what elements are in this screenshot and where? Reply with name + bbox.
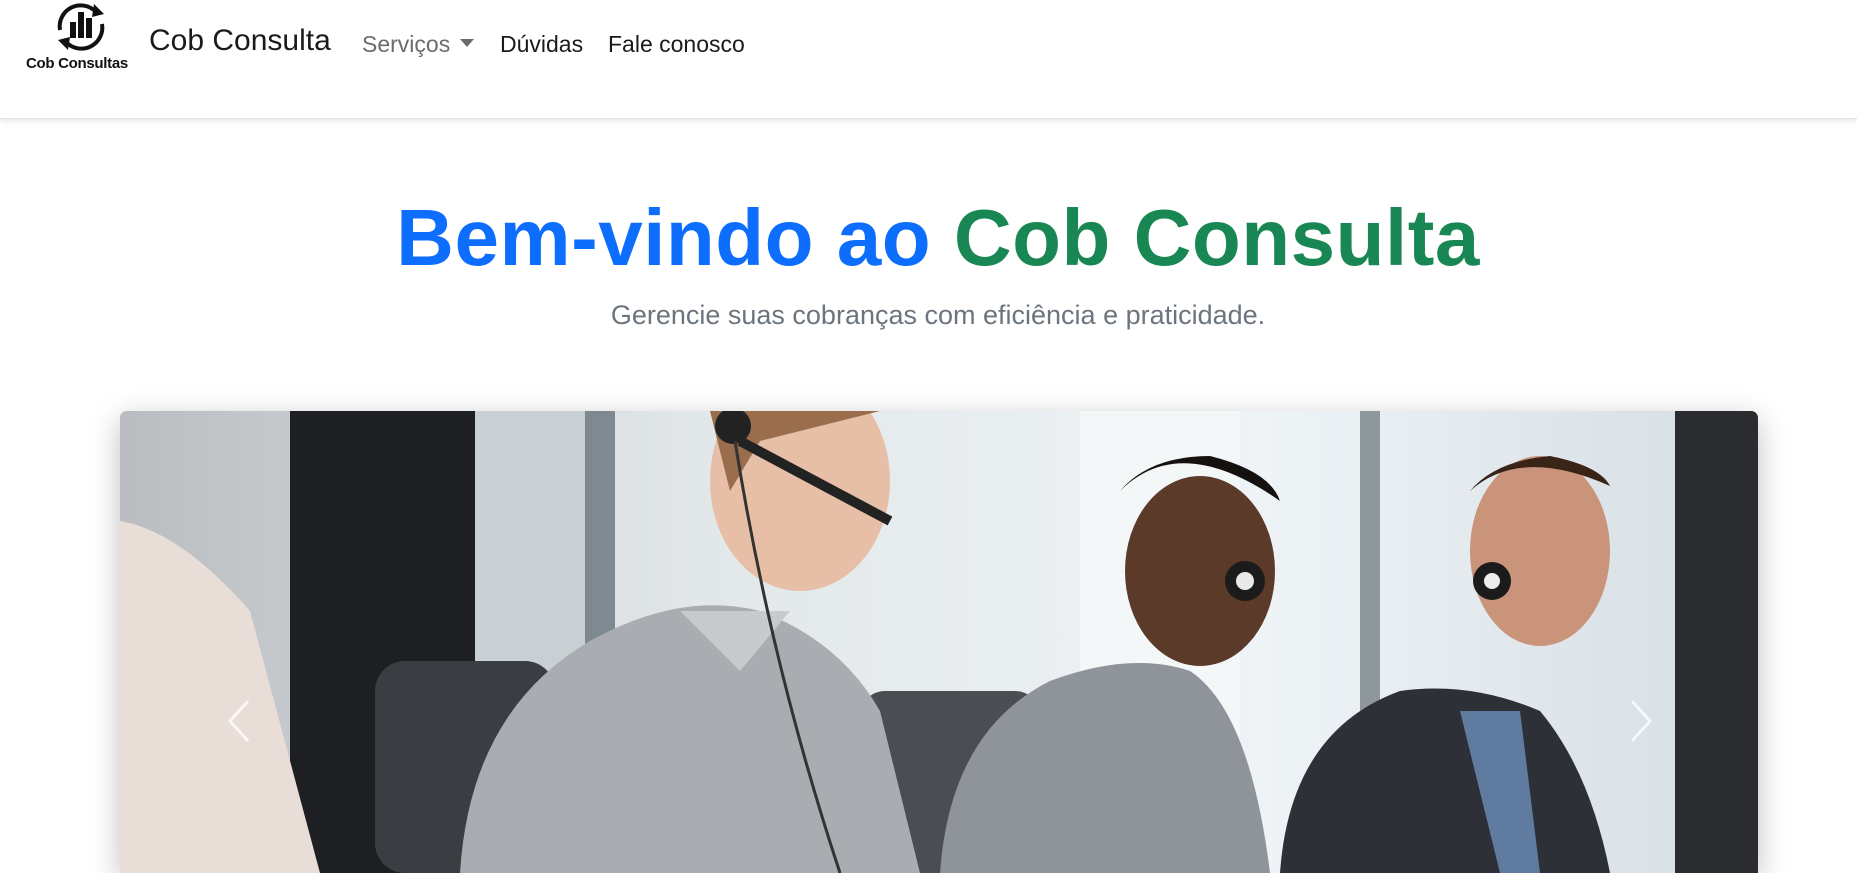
hero-title-brand: Cob Consulta: [953, 193, 1480, 282]
carousel-image-call-center: [120, 411, 1758, 873]
carousel-next-button[interactable]: [1620, 691, 1660, 751]
nav-faq-link[interactable]: Dúvidas: [500, 31, 583, 58]
logo-text: Cob Consultas: [26, 55, 128, 72]
hero-subtitle: Gerencie suas cobranças com eficiência e…: [610, 300, 1266, 330]
top-navbar: Cob Consultas Cob Consulta Serviços Dúvi…: [0, 0, 1857, 119]
carousel-prev-button[interactable]: [220, 691, 260, 751]
hero-carousel[interactable]: [120, 411, 1758, 873]
nav-services-label: Serviços: [362, 31, 451, 57]
brand-logo[interactable]: Cob Consultas: [24, 0, 140, 78]
hero-title: Bem-vindo ao Cob Consulta: [0, 192, 1857, 284]
logo-icon: [57, 3, 105, 51]
nav-services-dropdown[interactable]: Serviços: [362, 31, 475, 58]
chevron-right-icon: [1630, 699, 1653, 743]
hero-title-welcome: Bem-vindo ao: [396, 193, 932, 282]
brand-name[interactable]: Cob Consulta: [149, 24, 331, 58]
chevron-left-icon: [227, 699, 250, 743]
nav-contact-link[interactable]: Fale conosco: [608, 31, 745, 58]
caret-down-icon: [460, 39, 475, 47]
